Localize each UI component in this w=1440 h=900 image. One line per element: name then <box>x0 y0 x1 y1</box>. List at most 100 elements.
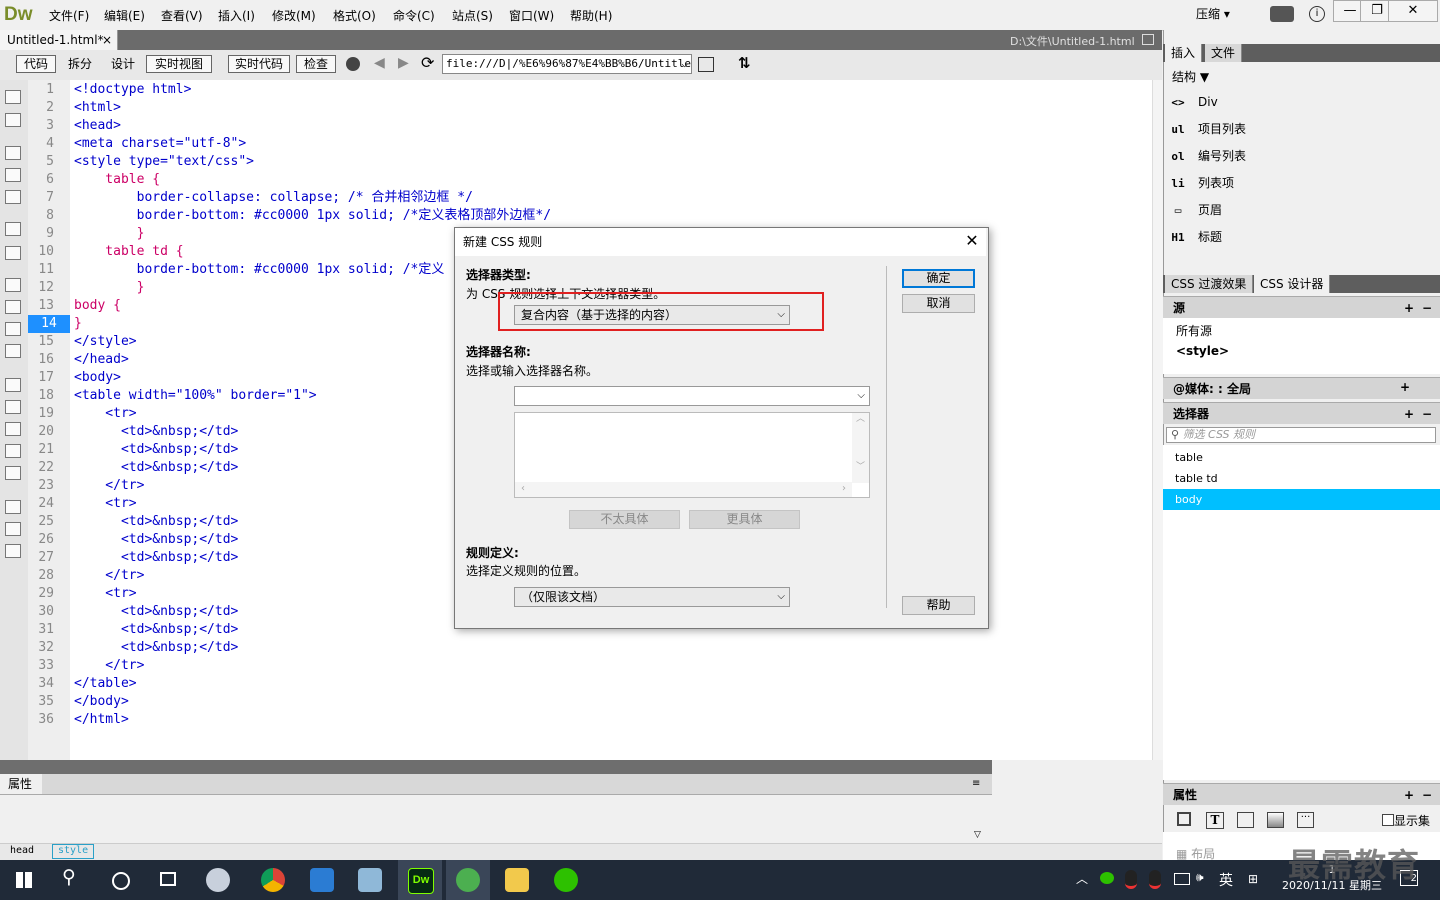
tab-css-transitions[interactable]: CSS 过渡效果 <box>1165 275 1254 293</box>
live-code-button[interactable]: 实时代码 <box>228 55 290 73</box>
code-line[interactable]: <td>&nbsp;</td> <box>74 621 238 639</box>
coding-tool-icon[interactable] <box>5 246 21 260</box>
more-specific-button[interactable]: 更具体 <box>689 510 800 529</box>
code-line[interactable]: body { <box>74 297 121 315</box>
insert-item[interactable]: <> Div <box>1170 92 1217 112</box>
search-icon[interactable]: ⚲ <box>62 866 76 888</box>
selector-item[interactable]: table td <box>1163 468 1440 489</box>
qq-tray-icon-2[interactable] <box>1149 870 1161 889</box>
code-line[interactable]: border-bottom: #cc0000 1px solid; /*定义 <box>74 261 445 279</box>
code-line[interactable]: <td>&nbsp;</td> <box>74 603 238 621</box>
document-tab[interactable]: Untitled-1.html* × <box>0 30 118 50</box>
background-category-icon[interactable] <box>1267 812 1284 828</box>
chrome-icon[interactable] <box>261 868 285 892</box>
menu-item-6[interactable]: 命令(C) <box>393 7 435 24</box>
editor-scrollbar[interactable] <box>1152 80 1163 760</box>
close-button[interactable]: ✕ <box>1388 0 1438 22</box>
coding-tool-icon[interactable] <box>5 278 21 292</box>
coding-tool-icon[interactable] <box>5 113 21 127</box>
url-field[interactable]: file:///D|/%E6%96%87%E4%BB%B6/Untitled ⌵ <box>442 54 692 74</box>
ime-indicator[interactable]: 英 <box>1219 870 1233 890</box>
code-line[interactable]: <head> <box>74 117 121 135</box>
cortana-icon[interactable] <box>112 872 130 890</box>
properties-tab[interactable]: 属性 <box>0 774 42 794</box>
remove-selector-icon[interactable]: − <box>1422 403 1432 425</box>
chevron-down-icon[interactable]: ⌵ <box>681 55 688 73</box>
selector-item[interactable]: body <box>1163 489 1440 510</box>
back-arrow-icon[interactable]: ◀ <box>374 55 385 71</box>
insert-item[interactable]: ul 项目列表 <box>1170 119 1246 139</box>
text-category-icon[interactable]: T <box>1206 812 1224 829</box>
code-line[interactable]: <td>&nbsp;</td> <box>74 513 238 531</box>
media-player-icon[interactable] <box>456 868 480 892</box>
code-line[interactable]: table { <box>74 171 160 189</box>
tab-css-designer[interactable]: CSS 设计器 <box>1254 275 1331 293</box>
remove-property-icon[interactable]: − <box>1422 784 1432 806</box>
inspect-button[interactable]: 检查 <box>296 55 336 73</box>
dreamweaver-taskbar-icon[interactable]: Dw <box>408 868 434 894</box>
qq-tray-icon[interactable] <box>1125 870 1137 889</box>
cancel-button[interactable]: 取消 <box>902 294 975 313</box>
word-icon[interactable] <box>310 868 334 892</box>
show-set-checkbox[interactable]: 显示集 <box>1382 812 1430 829</box>
dialog-close-icon[interactable]: ✕ <box>962 231 982 251</box>
add-selector-icon[interactable]: + <box>1404 403 1414 425</box>
panel-options-icon[interactable]: ≡ <box>972 778 980 789</box>
code-view-button[interactable]: 代码 <box>16 55 56 73</box>
code-line[interactable]: </tr> <box>74 657 144 675</box>
split-view-button[interactable]: 拆分 <box>60 55 100 73</box>
task-view-icon[interactable] <box>160 872 176 886</box>
menu-item-1[interactable]: 编辑(E) <box>104 7 145 24</box>
add-icon[interactable]: + <box>1404 297 1414 319</box>
add-property-icon[interactable]: + <box>1404 784 1414 806</box>
description-vscroll[interactable]: ︿ ﹀ <box>852 413 869 483</box>
rule-definition-select[interactable]: （仅限该文档） ⌵ <box>514 587 790 607</box>
menu-item-5[interactable]: 格式(O) <box>333 7 376 24</box>
code-line[interactable]: </tr> <box>74 567 144 585</box>
insert-item[interactable]: H1 标题 <box>1170 227 1222 247</box>
menu-item-9[interactable]: 帮助(H) <box>570 7 612 24</box>
code-line[interactable]: </style> <box>74 333 137 351</box>
menu-item-0[interactable]: 文件(F) <box>49 7 89 24</box>
tag-selector-head[interactable]: head <box>4 844 40 859</box>
insert-item[interactable]: li 列表项 <box>1170 173 1234 193</box>
coding-tool-icon[interactable] <box>5 444 21 458</box>
coding-tool-icon[interactable] <box>5 300 21 314</box>
coding-tool-icon[interactable] <box>5 146 21 160</box>
menu-item-8[interactable]: 窗口(W) <box>509 7 554 24</box>
ok-button[interactable]: 确定 <box>902 269 975 288</box>
coding-tool-icon[interactable] <box>5 168 21 182</box>
code-line[interactable]: } <box>74 279 145 297</box>
wechat-icon[interactable] <box>554 868 578 892</box>
selector-name-input[interactable]: ⌵ <box>514 386 870 406</box>
tray-expand-icon[interactable]: ︿ <box>1076 870 1088 887</box>
live-view-button[interactable]: 实时视图 <box>146 55 212 73</box>
extension-icon[interactable] <box>1270 6 1294 22</box>
source-all[interactable]: 所有源 <box>1176 322 1212 339</box>
coding-tool-icon[interactable] <box>5 500 21 514</box>
code-line[interactable]: <td>&nbsp;</td> <box>74 549 238 567</box>
description-hscroll[interactable]: ‹ › <box>515 482 852 497</box>
code-line[interactable]: <body> <box>74 369 121 387</box>
selector-item[interactable]: table <box>1163 447 1440 468</box>
coding-tool-icon[interactable] <box>5 90 21 104</box>
border-category-icon[interactable] <box>1237 812 1254 828</box>
coding-tool-icon[interactable] <box>5 522 21 536</box>
layout-category-icon[interactable] <box>1177 812 1191 826</box>
code-line[interactable]: <td>&nbsp;</td> <box>74 423 238 441</box>
design-view-button[interactable]: 设计 <box>104 55 142 73</box>
help-button[interactable]: 帮助 <box>902 596 975 615</box>
coding-tool-icon[interactable] <box>5 544 21 558</box>
checkbox-icon[interactable] <box>1382 814 1394 826</box>
notepad-icon[interactable] <box>358 868 382 892</box>
coding-tool-icon[interactable] <box>5 400 21 414</box>
insert-item[interactable]: ol 编号列表 <box>1170 146 1246 166</box>
code-line[interactable]: border-collapse: collapse; /* 合并相邻边框 */ <box>74 189 473 207</box>
tab-files[interactable]: 文件 <box>1205 44 1243 62</box>
coding-tool-icon[interactable] <box>5 322 21 336</box>
code-line[interactable]: <html> <box>74 99 121 117</box>
code-line[interactable]: } <box>74 225 145 243</box>
menu-item-7[interactable]: 站点(S) <box>452 7 493 24</box>
add-media-icon[interactable]: + <box>1400 380 1410 394</box>
file-management-icon[interactable]: ⇅ <box>738 54 751 72</box>
